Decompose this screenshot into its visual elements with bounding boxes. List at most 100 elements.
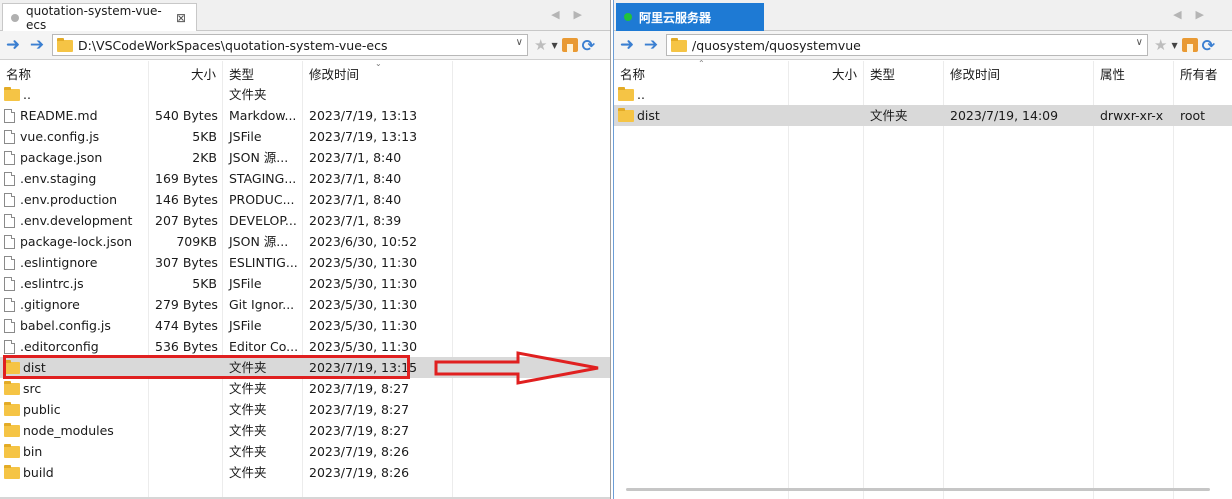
cell-owner xyxy=(1174,84,1232,105)
chevron-down-icon[interactable]: ∨ xyxy=(1136,37,1143,48)
file-row[interactable]: package-lock.json 709KB JSON 源... 2023/6/30… xyxy=(0,231,610,252)
tab-connected-dot xyxy=(624,13,632,21)
cell-size: 2KB xyxy=(192,150,217,165)
cell-name: public xyxy=(0,399,149,420)
right-tabbar: 阿里云服务器 ◀▶ xyxy=(614,0,1232,31)
cell-attr: drwxr-xr-x xyxy=(1100,108,1164,123)
cell-type: Editor Co... xyxy=(229,339,299,354)
cell-name: dist xyxy=(0,357,149,378)
cell-name: node_modules xyxy=(0,420,149,441)
cell-size: 169 Bytes xyxy=(155,171,218,186)
back-arrow-icon[interactable]: ➜ xyxy=(616,34,638,56)
file-icon xyxy=(4,192,15,207)
file-row[interactable]: .. xyxy=(614,84,1232,105)
horizontal-scrollbar[interactable] xyxy=(626,488,1210,491)
file-row[interactable]: public 文件夹 2023/7/19, 8:27 xyxy=(0,399,610,420)
forward-arrow-icon[interactable]: ➔ xyxy=(26,34,48,56)
home-icon[interactable] xyxy=(561,38,578,52)
cell-type: 文件夹 xyxy=(229,465,267,480)
folder-icon xyxy=(4,402,20,416)
forward-arrow-icon[interactable]: ➔ xyxy=(640,34,662,56)
bookmark-star-icon[interactable]: ★ xyxy=(534,36,547,54)
path-input[interactable]: /quosystem/quosystemvue ∨ xyxy=(666,34,1148,56)
file-row[interactable]: .. 文件夹 xyxy=(0,84,610,105)
file-row[interactable]: package.json 2KB JSON 源... 2023/7/1, 8:40 xyxy=(0,147,610,168)
col-attr[interactable]: 属性 xyxy=(1094,61,1174,84)
file-name: bin xyxy=(23,444,43,459)
cell-mtime xyxy=(303,84,453,105)
refresh-icon[interactable]: ⟳ xyxy=(582,36,595,55)
cell-mtime: 2023/5/30, 11:30 xyxy=(309,297,418,312)
col-size[interactable]: 大小 xyxy=(789,61,864,84)
tab-title: 阿里云服务器 xyxy=(639,10,712,25)
bookmark-dropdown-icon[interactable]: ▼ xyxy=(551,41,557,50)
file-row[interactable]: .gitignore 279 Bytes Git Ignor... 2023/5/30… xyxy=(0,294,610,315)
file-icon xyxy=(4,129,15,144)
file-row[interactable]: .env.production 146 Bytes PRODUC... 2023/7/… xyxy=(0,189,610,210)
cell-mtime: 2023/7/19, 8:27 xyxy=(309,381,410,396)
file-row[interactable]: vue.config.js 5KB JSFile 2023/7/19, 13:13 xyxy=(0,126,610,147)
file-row[interactable]: bin 文件夹 2023/7/19, 8:26 xyxy=(0,441,610,462)
cell-name: .editorconfig xyxy=(0,336,149,357)
cell-owner: root xyxy=(1180,108,1206,123)
col-mtime[interactable]: 修改时间 xyxy=(944,61,1094,84)
tab-remote[interactable]: 阿里云服务器 xyxy=(616,3,764,31)
file-name: .gitignore xyxy=(20,297,80,312)
cell-type: 文件夹 xyxy=(870,108,908,123)
refresh-icon[interactable]: ⟳ xyxy=(1202,36,1215,55)
cell-size: 5KB xyxy=(192,129,217,144)
folder-icon xyxy=(618,108,634,122)
col-type[interactable]: 类型 xyxy=(223,61,303,84)
file-icon xyxy=(4,318,15,333)
right-address-bar: ➜ ➔ /quosystem/quosystemvue ∨ ★ ▼ ⟳ xyxy=(614,31,1232,60)
file-row[interactable]: .eslintrc.js 5KB JSFile 2023/5/30, 11:30 xyxy=(0,273,610,294)
folder-icon xyxy=(4,465,20,479)
tab-close-icon[interactable]: ⊠ xyxy=(176,11,186,25)
col-owner[interactable]: 所有者 xyxy=(1174,61,1232,84)
cell-name: .eslintignore xyxy=(0,252,149,273)
cell-size: 540 Bytes xyxy=(155,108,218,123)
file-row[interactable]: babel.config.js 474 Bytes JSFile 2023/5/30,… xyxy=(0,315,610,336)
cell-size xyxy=(149,357,223,378)
cell-mtime: 2023/7/19, 8:26 xyxy=(309,465,410,480)
cell-mtime: 2023/7/1, 8:39 xyxy=(309,213,402,228)
cell-mtime: 2023/5/30, 11:30 xyxy=(309,318,418,333)
tab-local[interactable]: quotation-system-vue-ecs ⊠ xyxy=(2,3,197,32)
file-row[interactable]: build 文件夹 2023/7/19, 8:26 xyxy=(0,462,610,483)
file-row[interactable]: .eslintignore 307 Bytes ESLINTIG... 2023/5/… xyxy=(0,252,610,273)
bookmark-dropdown-icon[interactable]: ▼ xyxy=(1171,41,1177,50)
file-name: node_modules xyxy=(23,423,114,438)
file-name: src xyxy=(23,381,42,396)
back-arrow-icon[interactable]: ➜ xyxy=(2,34,24,56)
tab-scroll-arrows[interactable]: ◀▶ xyxy=(1173,8,1218,21)
file-row[interactable]: README.md 540 Bytes Markdow... 2023/7/19, 1… xyxy=(0,105,610,126)
file-row[interactable]: node_modules 文件夹 2023/7/19, 8:27 xyxy=(0,420,610,441)
chevron-down-icon[interactable]: ∨ xyxy=(516,37,523,48)
path-input[interactable]: D:\VSCodeWorkSpaces\quotation-system-vue… xyxy=(52,34,528,56)
cell-mtime: 2023/7/19, 13:13 xyxy=(309,108,418,123)
cell-size xyxy=(149,441,223,462)
file-name: dist xyxy=(637,108,660,123)
file-row[interactable]: .env.development 207 Bytes DEVELOP... 2023/… xyxy=(0,210,610,231)
cell-mtime: 2023/7/19, 8:27 xyxy=(309,423,410,438)
cell-size: 307 Bytes xyxy=(155,255,218,270)
file-icon xyxy=(4,108,15,123)
col-type[interactable]: 类型 xyxy=(864,61,944,84)
col-size[interactable]: 大小 xyxy=(149,61,223,84)
folder-icon xyxy=(57,37,73,52)
folder-icon xyxy=(4,423,20,437)
cell-mtime: 2023/6/30, 10:52 xyxy=(309,234,418,249)
home-icon[interactable] xyxy=(1181,38,1198,52)
file-icon xyxy=(4,213,15,228)
cell-type: JSFile xyxy=(229,318,262,333)
file-row[interactable]: .env.staging 169 Bytes STAGING... 2023/7/1,… xyxy=(0,168,610,189)
annotation-arrow xyxy=(434,351,599,385)
tab-scroll-arrows[interactable]: ◀▶ xyxy=(551,8,596,21)
col-name[interactable]: 名称 xyxy=(0,61,149,84)
path-text: D:\VSCodeWorkSpaces\quotation-system-vue… xyxy=(78,37,388,53)
cell-name: .gitignore xyxy=(0,294,149,315)
cell-name: babel.config.js xyxy=(0,315,149,336)
bookmark-star-icon[interactable]: ★ xyxy=(1154,36,1167,54)
file-row[interactable]: dist 文件夹 2023/7/19, 14:09 drwxr-xr-x root xyxy=(614,105,1232,126)
cell-name: src xyxy=(0,378,149,399)
